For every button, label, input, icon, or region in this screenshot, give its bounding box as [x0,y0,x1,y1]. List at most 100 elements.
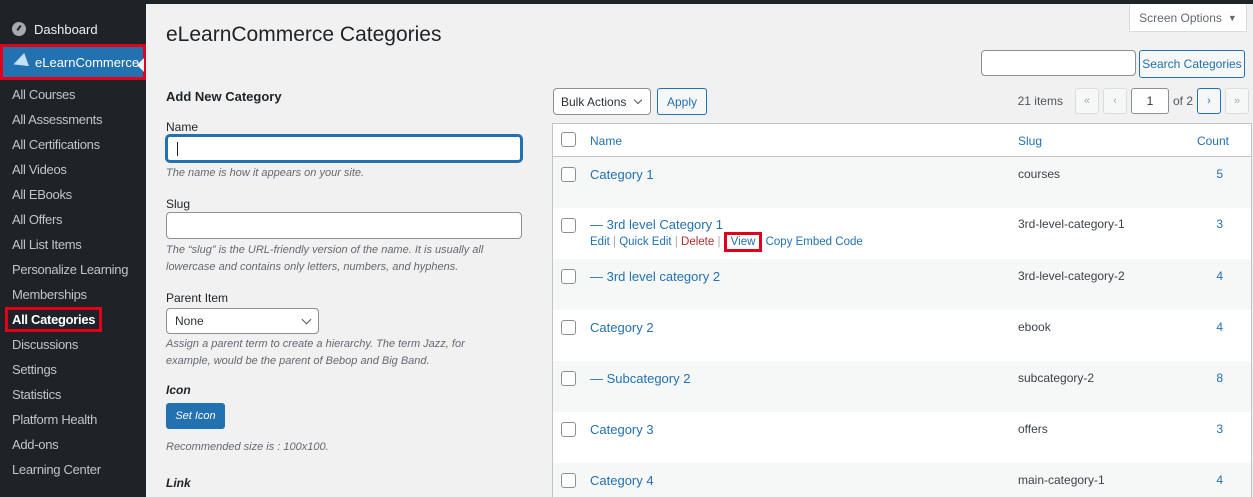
bulk-actions-value: Bulk Actions [561,94,627,109]
sidebar-item-personalize-learning[interactable]: Personalize Learning [0,257,146,282]
sidebar-item-memberships[interactable]: Memberships [0,282,146,307]
page-title: eLearnCommerce Categories [166,23,442,46]
column-header-slug[interactable]: Slug [1018,134,1042,148]
parent-description-line2: example, would be the parent of Bebop an… [166,355,430,367]
row-name-link[interactable]: Category 1 [590,167,654,182]
parent-item-select[interactable]: None [166,308,319,334]
name-label: Name [166,120,199,134]
slug-field[interactable] [166,212,522,239]
sidebar-item-discussions[interactable]: Discussions [0,332,146,357]
icon-label: Icon [166,383,191,397]
sidebar-item-all-videos[interactable]: All Videos [0,157,146,182]
sidebar-item-add-ons[interactable]: Add-ons [0,432,146,457]
current-page-input[interactable]: 1 [1130,88,1169,114]
table-row: — 3rd level Category 1 3rd-level-categor… [553,208,1251,259]
chevron-down-icon [633,95,643,105]
column-header-name[interactable]: Name [590,134,622,148]
screen-options-button[interactable]: Screen Options ▼ [1129,4,1247,32]
link-label: Link [166,476,191,490]
bulk-actions-select[interactable]: Bulk Actions [553,88,651,115]
row-checkbox[interactable] [561,371,576,386]
sidebar-item-elearncommerce[interactable]: eLearnCommerce [0,44,146,80]
row-count-link[interactable]: 4 [1216,320,1223,334]
row-count-link[interactable]: 5 [1216,167,1223,181]
table-row: Category 3 offers 3 [553,412,1251,463]
categories-table: Name Slug Count Category 1 courses 5 — 3… [552,123,1252,497]
copy-embed-code-link[interactable]: Copy Embed Code [766,236,863,248]
column-header-count[interactable]: Count [1197,134,1229,148]
chevron-down-icon [301,314,312,325]
row-name-link[interactable]: — 3rd level Category 1 [590,217,723,232]
row-actions: Edit | Quick Edit | Delete | View Copy E… [590,232,863,252]
view-link[interactable]: View [723,232,763,252]
sidebar-item-platform-health[interactable]: Platform Health [0,407,146,432]
row-checkbox[interactable] [561,269,576,284]
caret-down-icon: ▼ [1227,12,1237,23]
sidebar-item-learning-center[interactable]: Learning Center [0,457,146,482]
sidebar-item-settings[interactable]: Settings [0,357,146,382]
next-page-button[interactable]: › [1197,88,1221,114]
main-content: eLearnCommerce Categories Screen Options… [146,4,1253,497]
submenu: All Courses All Assessments All Certific… [0,82,146,482]
row-name-link[interactable]: Category 2 [590,320,654,335]
row-count-link[interactable]: 8 [1216,371,1223,385]
row-name-link[interactable]: — 3rd level category 2 [590,269,720,284]
row-slug: subcategory-2 [1018,371,1095,385]
quick-edit-link[interactable]: Quick Edit [619,236,671,248]
sidebar-item-all-courses[interactable]: All Courses [0,82,146,107]
admin-sidebar: Dashboard eLearnCommerce All Courses All… [0,4,146,497]
last-page-button[interactable]: » [1225,88,1249,114]
table-row: Category 2 ebook 4 [553,310,1251,361]
sidebar-item-dashboard[interactable]: Dashboard [0,16,146,42]
sidebar-item-label: All Categories [5,307,103,332]
name-field[interactable] [166,135,522,162]
sidebar-item-label: Dashboard [34,21,98,37]
dashboard-icon [12,22,26,36]
row-checkbox[interactable] [561,218,576,233]
row-checkbox[interactable] [561,320,576,335]
slug-description-line1: The “slug” is the URL-friendly version o… [166,244,484,256]
apply-button[interactable]: Apply [657,88,707,115]
row-name-link[interactable]: Category 4 [590,473,654,488]
row-checkbox[interactable] [561,167,576,182]
row-count-link[interactable]: 3 [1216,217,1223,231]
row-count-link[interactable]: 3 [1216,422,1223,436]
row-count-link[interactable]: 4 [1216,269,1223,283]
search-categories-button[interactable]: Search Categories [1139,50,1245,78]
sidebar-item-all-offers[interactable]: All Offers [0,207,146,232]
row-slug: ebook [1018,320,1051,334]
row-name-link[interactable]: Category 3 [590,422,654,437]
items-count: 21 items [1017,94,1063,108]
row-name-link[interactable]: — Subcategory 2 [590,371,690,386]
row-slug: offers [1018,422,1048,436]
row-checkbox[interactable] [561,473,576,488]
row-slug: courses [1018,167,1061,181]
pagination: 21 items « ‹ 1 of 2 › » [1018,88,1249,114]
parent-item-label: Parent Item [166,291,229,305]
sidebar-item-all-categories[interactable]: All Categories [0,307,146,332]
icon-description: Recommended size is : 100x100. [166,441,329,453]
delete-link[interactable]: Delete [681,236,714,248]
row-count-link[interactable]: 4 [1216,473,1223,487]
table-row: — 3rd level category 2 3rd-level-categor… [553,259,1251,310]
sidebar-item-all-assessments[interactable]: All Assessments [0,107,146,132]
first-page-button[interactable]: « [1074,88,1099,114]
search-input[interactable] [981,50,1136,76]
edit-link[interactable]: Edit [590,236,610,248]
text-cursor [177,142,178,156]
select-all-checkbox[interactable] [561,132,576,147]
row-checkbox[interactable] [561,422,576,437]
set-icon-button[interactable]: Set Icon [166,403,225,429]
form-heading: Add New Category [166,89,282,104]
sidebar-item-statistics[interactable]: Statistics [0,382,146,407]
paper-plane-icon [11,53,29,71]
row-slug: 3rd-level-category-1 [1018,217,1125,231]
total-pages: of 2 [1172,94,1193,108]
sidebar-item-all-list-items[interactable]: All List Items [0,232,146,257]
row-slug: 3rd-level-category-2 [1018,269,1125,283]
sidebar-item-all-ebooks[interactable]: All EBooks [0,182,146,207]
table-row: Category 1 courses 5 [553,157,1251,208]
sidebar-item-all-certifications[interactable]: All Certifications [0,132,146,157]
prev-page-button[interactable]: ‹ [1102,88,1127,114]
name-description: The name is how it appears on your site. [166,167,365,179]
